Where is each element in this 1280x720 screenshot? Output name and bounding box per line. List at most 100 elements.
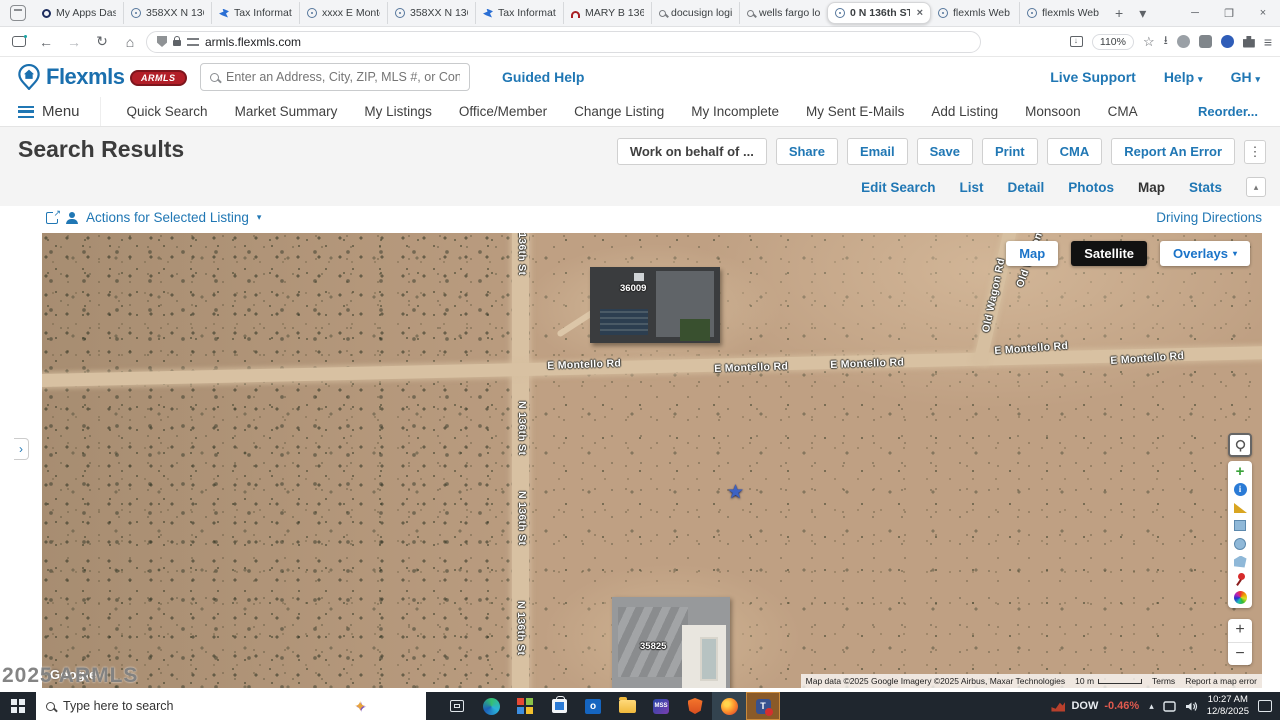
copilot-sparkle-icon[interactable]: ✦	[354, 698, 366, 715]
minimize-button[interactable]: ─	[1178, 7, 1212, 19]
flexmls-logo[interactable]: Flexmls	[18, 64, 124, 90]
view-tab-edit-search[interactable]: Edit Search	[861, 180, 935, 195]
user-menu[interactable]: GH ▾	[1231, 69, 1260, 85]
back-button[interactable]: ←	[34, 34, 58, 50]
polygon-draw-tool-icon[interactable]	[1234, 556, 1247, 568]
color-wheel-tool-icon[interactable]	[1234, 591, 1247, 604]
browser-tab[interactable]: Tax Information -	[475, 2, 563, 24]
edge-icon[interactable]	[474, 692, 508, 720]
reorder-link[interactable]: Reorder...	[1198, 104, 1280, 119]
terms-link[interactable]: Terms	[1147, 674, 1180, 688]
tab-manager-icon[interactable]	[10, 5, 26, 21]
measure-tool-icon[interactable]	[1234, 503, 1247, 513]
global-search-box[interactable]	[200, 63, 470, 91]
reading-list-icon[interactable]	[1070, 36, 1083, 47]
tab-close-icon[interactable]: ×	[915, 7, 923, 19]
mls-app-icon[interactable]: MSS	[644, 692, 678, 720]
extension-icon-2[interactable]	[1199, 35, 1212, 48]
satellite-map[interactable]: 3600935825 N 136th StN 136th StN 136th S…	[42, 233, 1262, 688]
extension-icon-1[interactable]	[1177, 35, 1190, 48]
maximize-button[interactable]: ❐	[1212, 7, 1246, 20]
nav-item-change-listing[interactable]: Change Listing	[574, 104, 664, 119]
nav-item-cma[interactable]: CMA	[1108, 104, 1138, 119]
driving-directions-link[interactable]: Driving Directions	[1156, 210, 1262, 225]
extension-icon-3[interactable]	[1221, 35, 1234, 48]
firefox-icon[interactable]	[712, 692, 746, 720]
zoom-level-chip[interactable]: 110%	[1092, 34, 1134, 50]
view-tab-stats[interactable]: Stats	[1189, 180, 1222, 195]
teams-icon[interactable]: T	[746, 692, 780, 720]
url-text[interactable]: armls.flexmls.com	[205, 35, 301, 49]
browser-tab[interactable]: 358XX N 136th S	[387, 2, 475, 24]
person-icon[interactable]	[66, 212, 78, 224]
nav-item-quick-search[interactable]: Quick Search	[127, 104, 208, 119]
outlook-icon[interactable]: o	[576, 692, 610, 720]
nav-item-monsoon[interactable]: Monsoon	[1025, 104, 1081, 119]
share-button[interactable]: Share	[776, 138, 838, 165]
microsoft-365-icon[interactable]	[508, 692, 542, 720]
reload-button[interactable]: ↻	[90, 33, 114, 50]
tray-window-icon[interactable]	[1163, 701, 1176, 712]
downloads-icon[interactable]: ⭳	[1164, 31, 1168, 52]
nav-item-my-listings[interactable]: My Listings	[364, 104, 432, 119]
start-button[interactable]	[0, 692, 36, 720]
global-search-input[interactable]	[226, 70, 460, 84]
left-panel-expander[interactable]: ›	[14, 438, 29, 460]
site-settings-icon[interactable]	[187, 38, 199, 46]
nav-item-add-listing[interactable]: Add Listing	[931, 104, 998, 119]
extensions-puzzle-icon[interactable]	[1243, 36, 1255, 48]
work-on-behalf-button[interactable]: Work on behalf of ...	[617, 138, 767, 165]
satellite-view-button[interactable]: Satellite	[1071, 241, 1147, 266]
brave-icon[interactable]	[678, 692, 712, 720]
view-tab-photos[interactable]: Photos	[1068, 180, 1114, 195]
browser-tab[interactable]: flexmls Web	[931, 2, 1019, 24]
nav-item-my-sent-e-mails[interactable]: My Sent E-Mails	[806, 104, 904, 119]
rectangle-draw-tool-icon[interactable]	[1234, 520, 1246, 531]
home-button[interactable]: ⌂	[118, 34, 142, 50]
circle-draw-tool-icon[interactable]	[1234, 538, 1246, 550]
more-actions-kebab-icon[interactable]: ⋮	[1244, 140, 1266, 164]
external-link-icon[interactable]	[46, 212, 58, 224]
nav-item-my-incomplete[interactable]: My Incomplete	[691, 104, 779, 119]
browser-tab[interactable]: flexmls Web	[1019, 2, 1107, 24]
browser-tab[interactable]: MARY B 136 219	[563, 2, 651, 24]
collapse-results-button[interactable]: ▴	[1246, 177, 1266, 197]
email-button[interactable]: Email	[847, 138, 908, 165]
bookmark-star-icon[interactable]: ☆	[1143, 34, 1155, 50]
speaker-icon[interactable]	[1185, 701, 1198, 712]
browser-tab[interactable]: 0 N 136th ST 2×	[827, 2, 931, 24]
address-bar[interactable]: armls.flexmls.com	[146, 31, 981, 53]
nav-item-market-summary[interactable]: Market Summary	[235, 104, 338, 119]
selected-listing-star-icon[interactable]: ★	[727, 483, 744, 502]
clock[interactable]: 10:27 AM 12/8/2025	[1207, 694, 1249, 718]
view-tab-detail[interactable]: Detail	[1007, 180, 1044, 195]
add-marker-tool-icon[interactable]: +	[1234, 465, 1247, 478]
browser-tab[interactable]: xxxx E Montello R	[299, 2, 387, 24]
view-tab-map[interactable]: Map	[1138, 180, 1165, 195]
help-menu[interactable]: Help ▾	[1164, 69, 1203, 85]
browser-tab[interactable]: My Apps Dashbo	[35, 2, 123, 24]
info-tool-icon[interactable]: i	[1234, 483, 1247, 496]
split-view-icon[interactable]	[12, 36, 26, 47]
map-view-button[interactable]: Map	[1006, 241, 1058, 266]
save-button[interactable]: Save	[917, 138, 973, 165]
report-an-error-button[interactable]: Report An Error	[1111, 138, 1235, 165]
tray-chevron-icon[interactable]: ▴	[1149, 701, 1154, 712]
lock-icon[interactable]	[173, 40, 181, 46]
overlays-button[interactable]: Overlays▾	[1160, 241, 1250, 266]
view-tab-list[interactable]: List	[959, 180, 983, 195]
zoom-in-button[interactable]: +	[1228, 619, 1252, 642]
menu-button[interactable]: Menu	[0, 97, 101, 126]
actions-for-selected-listing[interactable]: Actions for Selected Listing ▾	[46, 210, 261, 225]
browser-tab[interactable]: 358XX N 136th S	[123, 2, 211, 24]
report-map-error-link[interactable]: Report a map error	[1180, 674, 1262, 688]
microsoft-store-icon[interactable]	[542, 692, 576, 720]
browser-tab[interactable]: docusign login -	[651, 2, 739, 24]
browser-menu-icon[interactable]: ≡	[1264, 34, 1272, 50]
file-explorer-icon[interactable]	[610, 692, 644, 720]
close-button[interactable]: ×	[1246, 7, 1280, 19]
taskbar-search-box[interactable]: Type here to search ✦	[36, 692, 426, 720]
forward-button[interactable]: →	[62, 34, 86, 50]
browser-tab[interactable]: Tax Information -	[211, 2, 299, 24]
print-button[interactable]: Print	[982, 138, 1038, 165]
